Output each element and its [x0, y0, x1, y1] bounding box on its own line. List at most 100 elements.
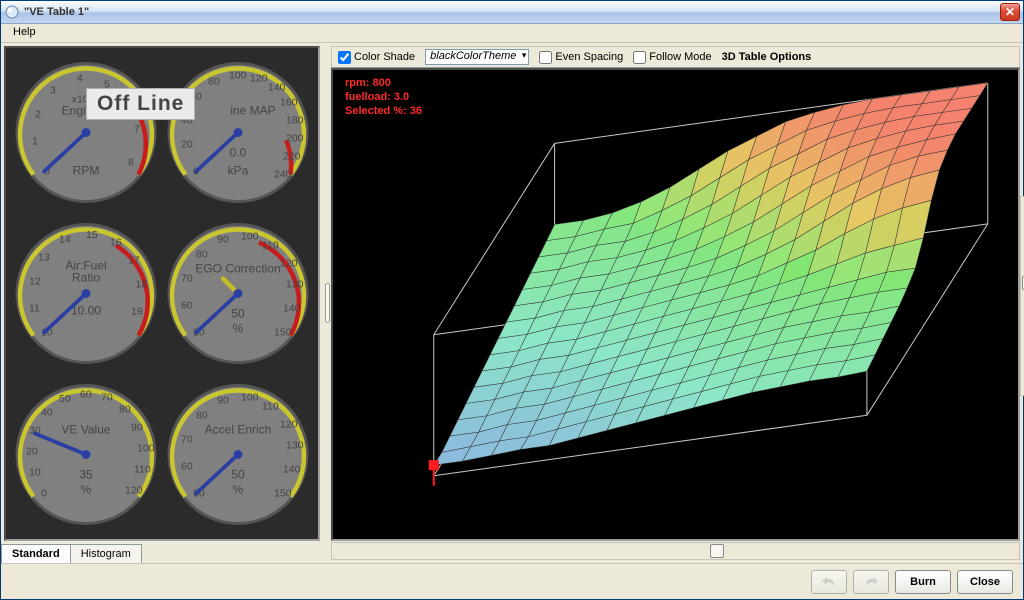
svg-text:ine MAP: ine MAP — [230, 104, 275, 118]
window: "VE Table 1" ✕ Help Off Line Engine Sx10… — [0, 0, 1024, 600]
main-area: Off Line Engine Sx1000RPM012345678 ine M… — [1, 43, 1023, 563]
3d-table-options[interactable]: 3D Table Options — [722, 51, 812, 63]
svg-text:120: 120 — [280, 258, 298, 270]
svg-text:130: 130 — [286, 279, 304, 291]
tab-standard[interactable]: Standard — [1, 544, 71, 563]
svg-text:20: 20 — [26, 446, 38, 458]
svg-text:80: 80 — [196, 249, 208, 261]
svg-text:17: 17 — [128, 255, 140, 267]
svg-text:2: 2 — [35, 109, 41, 121]
app-icon — [4, 4, 20, 20]
svg-text:70: 70 — [181, 273, 193, 285]
gauge-afr: Air:FuelRatio10.0010111213141516171819 — [11, 214, 161, 373]
splitter-left[interactable] — [323, 43, 331, 563]
svg-text:90: 90 — [131, 422, 143, 434]
svg-text:1: 1 — [32, 136, 38, 148]
tab-histogram[interactable]: Histogram — [70, 544, 142, 563]
color-shade-checkbox[interactable]: Color Shade — [338, 51, 415, 64]
svg-text:50: 50 — [231, 468, 245, 482]
svg-text:%: % — [233, 483, 244, 497]
svg-text:12: 12 — [29, 276, 41, 288]
svg-text:80: 80 — [196, 410, 208, 422]
svg-text:90: 90 — [217, 234, 229, 246]
gauge-ego: EGO Correction50%50607080901001101201301… — [163, 214, 313, 373]
chart-scroll-vertical[interactable] — [1020, 196, 1024, 396]
svg-text:70: 70 — [101, 392, 113, 404]
chart-3d-area[interactable]: rpm: 800 fuelload: 3.0 Selected %: 36 — [331, 68, 1020, 541]
right-panel: Color Shade blackColorTheme Even Spacing… — [331, 46, 1020, 560]
svg-text:80: 80 — [119, 404, 131, 416]
chart-scroll-horizontal[interactable] — [331, 542, 1020, 560]
svg-text:120: 120 — [280, 419, 298, 431]
svg-text:7: 7 — [134, 124, 140, 136]
svg-text:120: 120 — [125, 485, 143, 497]
svg-text:10: 10 — [29, 467, 41, 479]
svg-text:%: % — [81, 483, 92, 497]
svg-text:19: 19 — [131, 306, 143, 318]
svg-text:50: 50 — [231, 307, 245, 321]
svg-text:140: 140 — [283, 464, 301, 476]
undo-button[interactable] — [811, 570, 847, 594]
overlay-selected: Selected %: 36 — [345, 104, 422, 118]
svg-text:100: 100 — [241, 231, 259, 243]
svg-text:60: 60 — [181, 461, 193, 473]
svg-text:RPM: RPM — [73, 164, 100, 178]
svg-text:Ratio: Ratio — [72, 271, 100, 285]
chart-overlay: rpm: 800 fuelload: 3.0 Selected %: 36 — [345, 76, 422, 118]
overlay-fuelload: fuelload: 3.0 — [345, 90, 422, 104]
svg-text:110: 110 — [134, 464, 151, 476]
svg-text:4: 4 — [77, 73, 83, 85]
svg-text:40: 40 — [41, 407, 53, 419]
svg-text:20: 20 — [181, 139, 193, 151]
window-title: "VE Table 1" — [24, 6, 89, 18]
svg-text:240: 240 — [274, 169, 292, 181]
svg-text:110: 110 — [262, 401, 279, 413]
svg-text:3: 3 — [50, 85, 56, 97]
footer: Burn Close — [1, 563, 1023, 599]
svg-text:220: 220 — [283, 151, 301, 163]
left-tabs: Standard Histogram — [1, 544, 323, 563]
content: Off Line Engine Sx1000RPM012345678 ine M… — [1, 43, 1023, 599]
gauge-accel: Accel Enrich50%5060708090100110120130140… — [163, 375, 313, 534]
close-button[interactable]: Close — [957, 570, 1013, 594]
burn-button[interactable]: Burn — [895, 570, 951, 594]
svg-text:15: 15 — [86, 229, 98, 241]
even-spacing-checkbox[interactable]: Even Spacing — [539, 51, 623, 64]
svg-text:90: 90 — [217, 395, 229, 407]
svg-text:100: 100 — [241, 392, 259, 404]
svg-text:VE Value: VE Value — [61, 423, 110, 437]
gauges-grid: Off Line Engine Sx1000RPM012345678 ine M… — [6, 48, 318, 539]
svg-text:kPa: kPa — [228, 164, 249, 178]
svg-text:60: 60 — [80, 389, 92, 401]
svg-text:100: 100 — [137, 443, 155, 455]
svg-text:160: 160 — [280, 97, 298, 109]
titlebar: "VE Table 1" ✕ — [1, 1, 1023, 24]
gauges-panel: Off Line Engine Sx1000RPM012345678 ine M… — [4, 46, 320, 541]
svg-text:8: 8 — [128, 157, 134, 169]
gauge-map: ine MAP0.0kPa020406080100120140160180200… — [163, 53, 313, 212]
menu-help[interactable]: Help — [7, 25, 42, 39]
svg-text:0: 0 — [41, 488, 47, 500]
svg-text:13: 13 — [38, 252, 50, 264]
follow-mode-checkbox[interactable]: Follow Mode — [633, 51, 711, 64]
redo-button[interactable] — [853, 570, 889, 594]
svg-text:200: 200 — [286, 133, 304, 145]
svg-text:50: 50 — [59, 393, 71, 405]
menubar: Help — [1, 24, 1023, 43]
svg-text:11: 11 — [29, 303, 40, 315]
svg-text:EGO Correction: EGO Correction — [195, 262, 280, 276]
svg-text:14: 14 — [59, 234, 71, 246]
offline-banner: Off Line — [86, 88, 195, 120]
gauge-ve: VE Value35%0102030405060708090100110120 — [11, 375, 161, 534]
svg-text:16: 16 — [110, 237, 122, 249]
svg-text:%: % — [233, 322, 244, 336]
svg-text:150: 150 — [274, 327, 292, 339]
svg-text:140: 140 — [268, 82, 286, 94]
svg-text:110: 110 — [262, 240, 279, 252]
svg-text:35: 35 — [79, 468, 93, 482]
close-icon[interactable]: ✕ — [1000, 3, 1020, 21]
svg-text:140: 140 — [283, 303, 301, 315]
scroll-thumb-h[interactable] — [710, 544, 724, 558]
chart-toolbar: Color Shade blackColorTheme Even Spacing… — [331, 46, 1020, 68]
theme-select[interactable]: blackColorTheme — [425, 49, 529, 65]
